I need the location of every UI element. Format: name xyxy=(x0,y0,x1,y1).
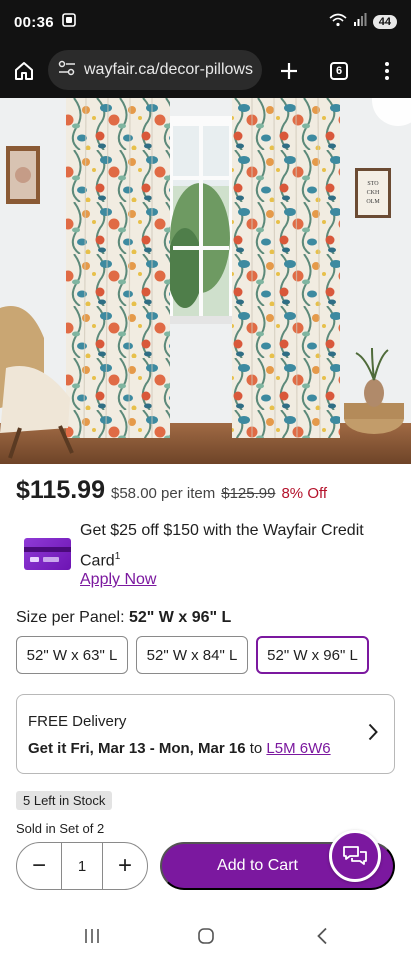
decrease-quantity-button[interactable]: − xyxy=(17,843,61,889)
screen-record-icon xyxy=(62,12,76,32)
new-tab-icon[interactable] xyxy=(275,57,303,85)
poster-line-3: OLM xyxy=(366,199,380,205)
url-text: wayfair.ca/decor-pillows xyxy=(84,61,253,78)
apply-now-link[interactable]: Apply Now xyxy=(80,571,156,589)
home-icon[interactable] xyxy=(10,57,38,85)
size-label: Size per Panel: 52" W x 96" L xyxy=(16,609,231,627)
status-time: 00:36 xyxy=(14,13,54,31)
postal-code-link[interactable]: L5M 6W6 xyxy=(266,740,330,757)
chat-icon[interactable] xyxy=(329,830,381,882)
credit-offer-body: Get $25 off $150 with the Wayfair Credit… xyxy=(80,522,364,570)
chevron-right-icon xyxy=(368,723,378,746)
home-button-icon[interactable] xyxy=(194,926,218,946)
size-option-96[interactable]: 52" W x 96" L xyxy=(256,636,369,674)
size-option-63[interactable]: 52" W x 63" L xyxy=(16,636,128,674)
credit-offer-text: Get $25 off $150 with the Wayfair Credit… xyxy=(80,518,380,574)
credit-offer-footnote: 1 xyxy=(114,551,121,562)
recent-apps-icon[interactable] xyxy=(80,926,104,946)
tab-switcher-button[interactable]: 6 xyxy=(325,57,353,85)
stock-badge: 5 Left in Stock xyxy=(16,791,113,810)
quantity-value[interactable]: 1 xyxy=(61,843,103,889)
delivery-title: FREE Delivery xyxy=(28,713,127,730)
size-options: 52" W x 63" L 52" W x 84" L 52" W x 96" … xyxy=(16,636,369,674)
size-label-text: Size per Panel: xyxy=(16,609,125,626)
signal-icon xyxy=(353,13,367,31)
increase-quantity-button[interactable]: + xyxy=(103,843,147,889)
site-settings-icon[interactable] xyxy=(58,60,76,81)
address-bar[interactable]: wayfair.ca/decor-pillows xyxy=(48,50,262,90)
tab-count: 6 xyxy=(330,62,348,80)
more-menu-icon[interactable] xyxy=(373,57,401,85)
product-photo: STO CKH OLM xyxy=(0,98,411,464)
price-row: $115.99 $58.00 per item $125.99 8% Off xyxy=(16,476,327,505)
sold-in-set: Sold in Set of 2 xyxy=(16,821,105,836)
status-bar: 00:36 44 xyxy=(0,0,411,44)
poster-line-2: CKH xyxy=(367,190,380,196)
delivery-date-range: Get it Fri, Mar 13 - Mon, Mar 16 xyxy=(28,740,246,757)
product-image-carousel[interactable]: STO CKH OLM xyxy=(0,98,411,464)
delivery-date: Get it Fri, Mar 13 - Mon, Mar 16 to L5M … xyxy=(28,740,383,757)
per-item-price: $58.00 per item xyxy=(111,485,216,502)
back-icon[interactable] xyxy=(310,926,334,946)
size-selected-value: 52" W x 96" L xyxy=(128,609,232,626)
delivery-to: to xyxy=(249,740,263,757)
quantity-stepper: − 1 + xyxy=(16,842,148,890)
system-nav-bar xyxy=(0,912,411,960)
original-price: $125.99 xyxy=(221,485,276,502)
browser-toolbar: wayfair.ca/decor-pillows 6 xyxy=(0,44,411,98)
wifi-icon xyxy=(329,13,347,32)
discount-label: 8% Off xyxy=(281,485,328,502)
current-price: $115.99 xyxy=(16,476,105,504)
delivery-card[interactable]: FREE Delivery Get it Fri, Mar 13 - Mon, … xyxy=(16,694,395,774)
size-option-84[interactable]: 52" W x 84" L xyxy=(136,636,248,674)
battery-indicator: 44 xyxy=(372,15,397,29)
credit-card-icon xyxy=(24,538,71,570)
poster-line-1: STO xyxy=(367,181,379,187)
